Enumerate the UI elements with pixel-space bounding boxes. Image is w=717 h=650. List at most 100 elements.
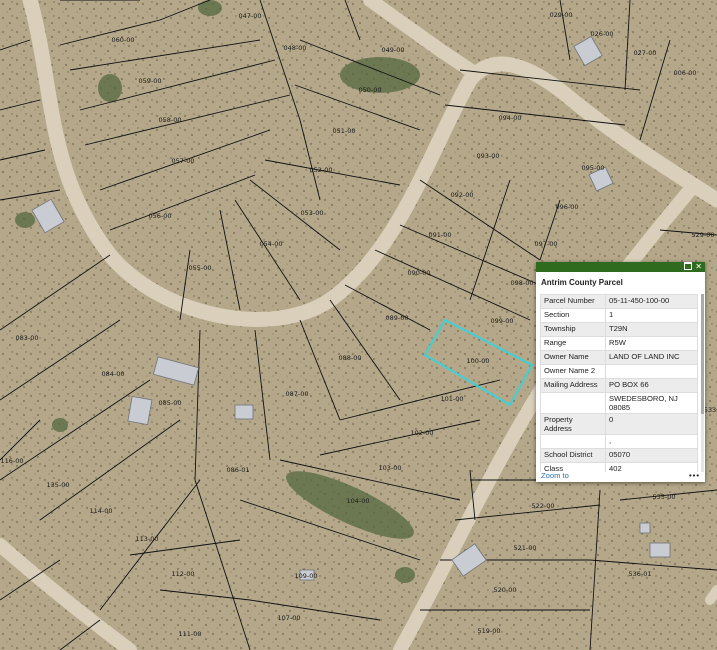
attribute-value: 05070 <box>605 448 698 463</box>
attribute-key: Range <box>540 336 606 351</box>
parcel-label: 056-00 <box>148 212 171 220</box>
parcel-label: 089-00 <box>385 314 408 322</box>
attribute-row: Parcel Number 05-11-450-100-00 <box>540 294 698 309</box>
parcel-label: 087-00 <box>285 390 308 398</box>
parcel-label: 104-00 <box>346 497 369 505</box>
parcel-label: 535-00 <box>652 493 675 501</box>
parcel-label: 047-00 <box>238 12 261 20</box>
attribute-row: Owner Name 2 <box>540 364 698 379</box>
attribute-row: Range R5W <box>540 336 698 351</box>
attribute-row: School District 05070 <box>540 448 698 463</box>
attribute-value: LAND OF LAND INC <box>605 350 698 365</box>
attribute-key: Mailing Address <box>540 378 606 393</box>
parcel-label: 116-00 <box>0 457 23 465</box>
parcel-label: 522-00 <box>531 502 554 510</box>
parcel-label: 093-00 <box>476 152 499 160</box>
popup-title: Antrim County Parcel <box>541 278 623 287</box>
maximize-icon[interactable] <box>684 261 693 273</box>
attribute-row: Property Address 0 <box>540 413 698 435</box>
attribute-key <box>540 392 606 414</box>
attribute-row: Owner Name LAND OF LAND INC <box>540 350 698 365</box>
parcel-label: 053-00 <box>300 209 323 217</box>
parcel-label: 086-01 <box>226 466 249 474</box>
parcel-label: 112-00 <box>171 570 194 578</box>
popup-footer: Zoom to ••• <box>541 471 700 481</box>
parcel-label: 049-00 <box>381 46 404 54</box>
parcel-label: 027-00 <box>633 49 656 57</box>
parcel-label: 107-00 <box>277 614 300 622</box>
attribute-value: SWEDESBORO, NJ 08085 <box>605 392 698 414</box>
more-actions-button[interactable]: ••• <box>689 471 700 480</box>
parcel-label: 054-00 <box>259 240 282 248</box>
parcel-label: 088-00 <box>338 354 361 362</box>
attribute-key: Property Address <box>540 413 606 435</box>
attribute-key: Township <box>540 322 606 337</box>
parcel-label: 006-00 <box>673 69 696 77</box>
attribute-value: 1 <box>605 308 698 323</box>
attribute-value <box>605 364 698 379</box>
parcel-label: 050-00 <box>358 86 381 94</box>
parcel-label: 026-00 <box>590 30 613 38</box>
popup-scrollbar[interactable] <box>701 294 704 472</box>
attribute-key: School District <box>540 448 606 463</box>
attribute-key: Section <box>540 308 606 323</box>
parcel-label: 051-00 <box>332 127 355 135</box>
attribute-key: Owner Name <box>540 350 606 365</box>
parcel-label: 092-00 <box>450 191 473 199</box>
parcel-label: 055-00 <box>188 264 211 272</box>
parcel-label: 058-00 <box>158 116 181 124</box>
parcel-label: 029-00 <box>549 11 572 19</box>
parcel-label: 103-00 <box>378 464 401 472</box>
parcel-label: 100-00 <box>466 357 489 365</box>
parcel-label: 060-00 <box>111 36 134 44</box>
parcel-label: 085-00 <box>158 399 181 407</box>
parcel-label: 091-00 <box>428 231 451 239</box>
attribute-row: Section 1 <box>540 308 698 323</box>
attribute-row: Mailing Address PO BOX 66 <box>540 378 698 393</box>
parcel-label: 536-01 <box>628 570 651 578</box>
parcel-label: 096-00 <box>555 203 578 211</box>
parcel-label: 098-00 <box>510 279 533 287</box>
parcel-label: 102-00 <box>410 429 433 437</box>
popup-content[interactable]: Parcel Number 05-11-450-100-00 Section 1 Tow… <box>540 294 700 472</box>
attribute-row: SWEDESBORO, NJ 08085 <box>540 392 698 414</box>
parcel-label: 529-00 <box>691 231 714 239</box>
parcel-label: 135-00 <box>46 481 69 489</box>
attribute-table: Parcel Number 05-11-450-100-00 Section 1 Tow… <box>540 294 698 472</box>
parcel-label: 113-00 <box>135 535 158 543</box>
attribute-value: R5W <box>605 336 698 351</box>
parcel-label: 533 <box>704 406 716 414</box>
close-icon[interactable]: ✕ <box>695 262 702 272</box>
parcel-label: 083-00 <box>15 334 38 342</box>
parcel-popup: ✕ Antrim County Parcel Parcel Number 05-1… <box>536 261 705 482</box>
parcel-label: 521-00 <box>513 544 536 552</box>
attribute-value: T29N <box>605 322 698 337</box>
attribute-value: PO BOX 66 <box>605 378 698 393</box>
parcel-label: 090-00 <box>407 269 430 277</box>
parcel-label: 095-00 <box>581 164 604 172</box>
parcel-label: 101-00 <box>440 395 463 403</box>
attribute-row: , <box>540 434 698 449</box>
parcel-label: 520-00 <box>493 586 516 594</box>
attribute-key: Owner Name 2 <box>540 364 606 379</box>
attribute-row: Township T29N <box>540 322 698 337</box>
parcel-label: 059-00 <box>138 77 161 85</box>
parcel-label: 048-00 <box>283 44 306 52</box>
attribute-value: 0 <box>605 413 698 435</box>
parcel-label: 111-00 <box>178 630 201 638</box>
attribute-value: , <box>605 434 698 449</box>
attribute-key <box>540 434 606 449</box>
attribute-value: 05-11-450-100-00 <box>605 294 698 309</box>
attribute-key: Parcel Number <box>540 294 606 309</box>
zoom-to-link[interactable]: Zoom to <box>541 471 569 480</box>
parcel-label: 097-00 <box>534 240 557 248</box>
parcel-label: 109-00 <box>294 572 317 580</box>
parcel-label: 099-00 <box>490 317 513 325</box>
parcel-label: 519-00 <box>477 627 500 635</box>
popup-header-bar: ✕ <box>536 261 705 273</box>
parcel-label: 052-00 <box>309 166 332 174</box>
parcel-label: 057-00 <box>171 157 194 165</box>
parcel-label: 084-00 <box>101 370 124 378</box>
parcel-label: 094-00 <box>498 114 521 122</box>
parcel-label: 114-00 <box>89 507 112 515</box>
